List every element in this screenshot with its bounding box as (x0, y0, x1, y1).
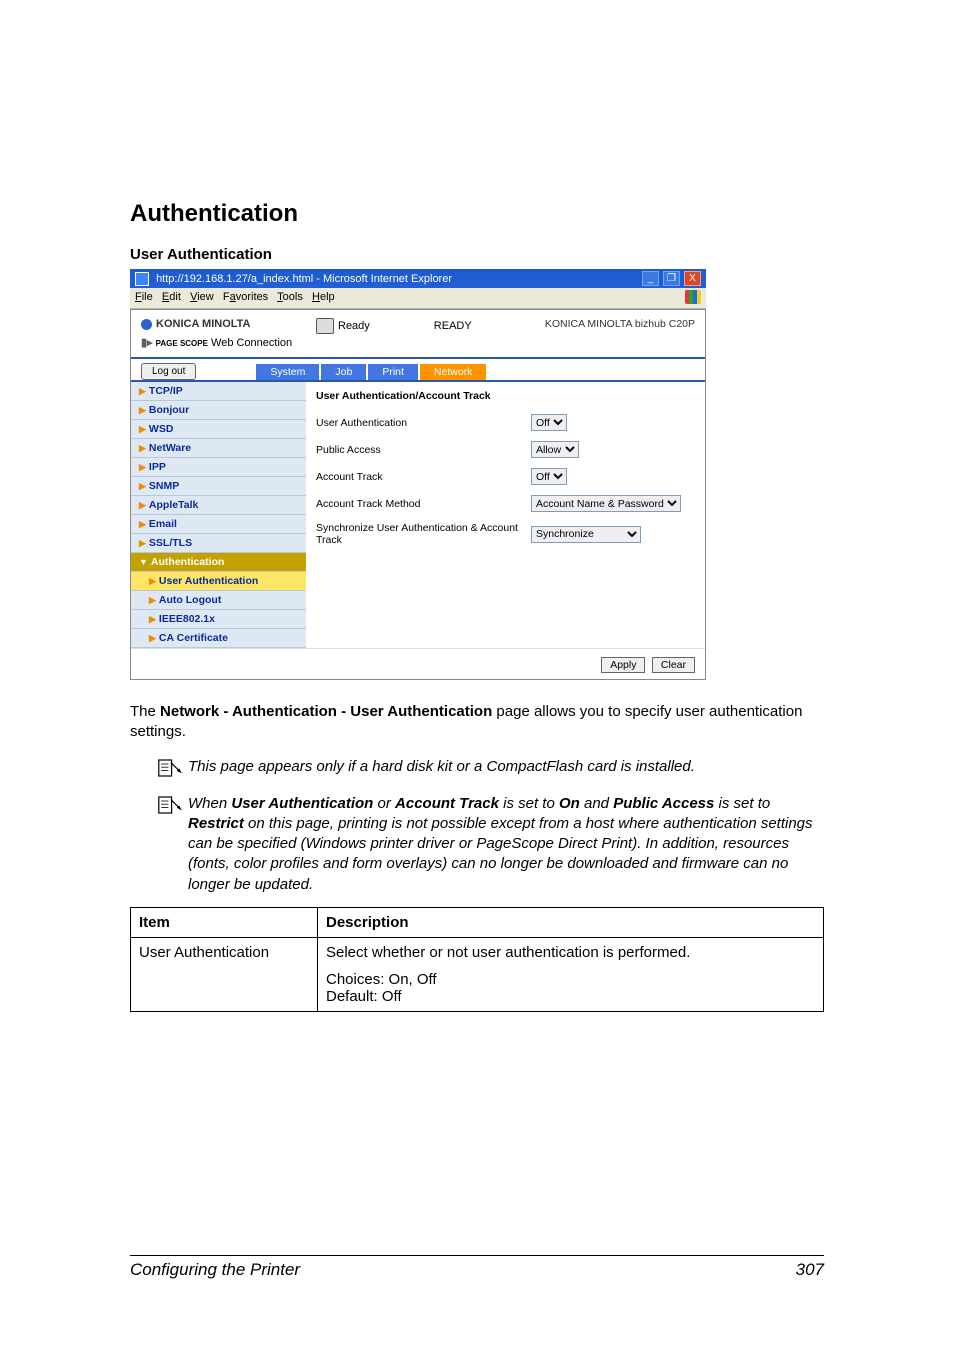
section-heading: Authentication (130, 200, 824, 228)
tab-print[interactable]: Print (368, 364, 418, 380)
cell-item: User Authentication (131, 937, 318, 1011)
sidebar-item-netware[interactable]: ▶NetWare (131, 439, 306, 458)
embedded-screenshot: http://192.168.1.27/a_index.html - Micro… (130, 269, 706, 680)
apply-button[interactable]: Apply (601, 657, 645, 673)
minimize-icon[interactable]: _ (642, 271, 659, 286)
windows-flag-icon (685, 290, 701, 304)
tab-job[interactable]: Job (321, 364, 366, 380)
select-account-track[interactable]: Off (531, 468, 567, 485)
menu-favorites[interactable]: Favorites (223, 291, 268, 303)
sidebar-item-wsd[interactable]: ▶WSD (131, 420, 306, 439)
note-2: When User Authentication or Account Trac… (188, 794, 824, 895)
window-buttons: _ ❐ X (641, 271, 701, 286)
sidebar-item-bonjour[interactable]: ▶Bonjour (131, 401, 306, 420)
printer-icon (316, 318, 334, 334)
pagescope-icon: ▮▸ (141, 337, 153, 349)
clear-button[interactable]: Clear (652, 657, 695, 673)
menu-edit[interactable]: Edit (162, 291, 181, 303)
main-heading: User Authentication/Account Track (316, 390, 695, 402)
status-label: Ready (338, 320, 370, 332)
sidebar-item-autologout[interactable]: ▶Auto Logout (131, 591, 306, 610)
sidebar-item-userauth[interactable]: ▶User Authentication (131, 572, 306, 591)
tab-system[interactable]: System (256, 364, 319, 380)
settings-table: Item Description User Authentication Sel… (130, 907, 824, 1012)
sidebar-item-snmp[interactable]: ▶SNMP (131, 477, 306, 496)
label-public-access: Public Access (316, 444, 531, 456)
footer-title: Configuring the Printer (130, 1260, 300, 1280)
cell-description: Select whether or not user authenticatio… (318, 937, 824, 1011)
browser-titlebar: http://192.168.1.27/a_index.html - Micro… (130, 269, 706, 288)
label-user-auth: User Authentication (316, 417, 531, 429)
table-row: User Authentication Select whether or no… (131, 937, 824, 1011)
sidebar-item-ieee[interactable]: ▶IEEE802.1x (131, 610, 306, 629)
menu-tools[interactable]: Tools (277, 291, 303, 303)
label-sync: Synchronize User Authentication & Accoun… (316, 522, 531, 546)
web-connection-frame: KONICA MINOLTA ▮▸ PAGE SCOPE Web Connect… (130, 309, 706, 680)
label-account-track-method: Account Track Method (316, 498, 531, 510)
ie-icon (135, 272, 149, 286)
intro-paragraph: The Network - Authentication - User Auth… (130, 702, 824, 743)
browser-title: http://192.168.1.27/a_index.html - Micro… (135, 272, 452, 286)
sidebar-item-email[interactable]: ▶Email (131, 515, 306, 534)
select-public-access[interactable]: Allow (531, 441, 579, 458)
tab-network[interactable]: Network (420, 364, 487, 380)
browser-menubar: File Edit View Favorites Tools Help (130, 288, 706, 309)
subsection-heading: User Authentication (130, 246, 824, 263)
page-number: 307 (796, 1260, 824, 1280)
sidebar: ▶TCP/IP ▶Bonjour ▶WSD ▶NetWare ▶IPP ▶SNM… (131, 382, 306, 648)
brand-name: KONICA MINOLTA (156, 318, 251, 330)
menu-file[interactable]: File (135, 291, 153, 303)
menu-view[interactable]: View (190, 291, 214, 303)
note-1: This page appears only if a hard disk ki… (188, 757, 695, 782)
note-icon (158, 757, 188, 782)
select-account-track-method[interactable]: Account Name & Password (531, 495, 681, 512)
device-model: KONICA MINOLTA bizhub C20P (545, 318, 695, 330)
km-logo-icon (141, 319, 152, 330)
sidebar-item-appletalk[interactable]: ▶AppleTalk (131, 496, 306, 515)
sidebar-section-auth[interactable]: ▼Authentication (131, 553, 306, 572)
table-header-description: Description (318, 907, 824, 937)
sidebar-item-tcpip[interactable]: ▶TCP/IP (131, 382, 306, 401)
close-icon[interactable]: X (684, 271, 701, 286)
menu-help[interactable]: Help (312, 291, 335, 303)
sidebar-item-cacert[interactable]: ▶CA Certificate (131, 629, 306, 648)
product-name: Web Connection (211, 337, 292, 349)
label-account-track: Account Track (316, 471, 531, 483)
maximize-icon[interactable]: ❐ (663, 271, 680, 286)
select-sync[interactable]: Synchronize (531, 526, 641, 543)
pagescope-label: PAGE SCOPE (156, 339, 208, 348)
note-icon (158, 794, 188, 895)
table-header-item: Item (131, 907, 318, 937)
select-user-auth[interactable]: Off (531, 414, 567, 431)
status-word: READY (434, 320, 472, 332)
sidebar-item-ssltls[interactable]: ▶SSL/TLS (131, 534, 306, 553)
logout-button[interactable]: Log out (141, 363, 196, 380)
sidebar-item-ipp[interactable]: ▶IPP (131, 458, 306, 477)
